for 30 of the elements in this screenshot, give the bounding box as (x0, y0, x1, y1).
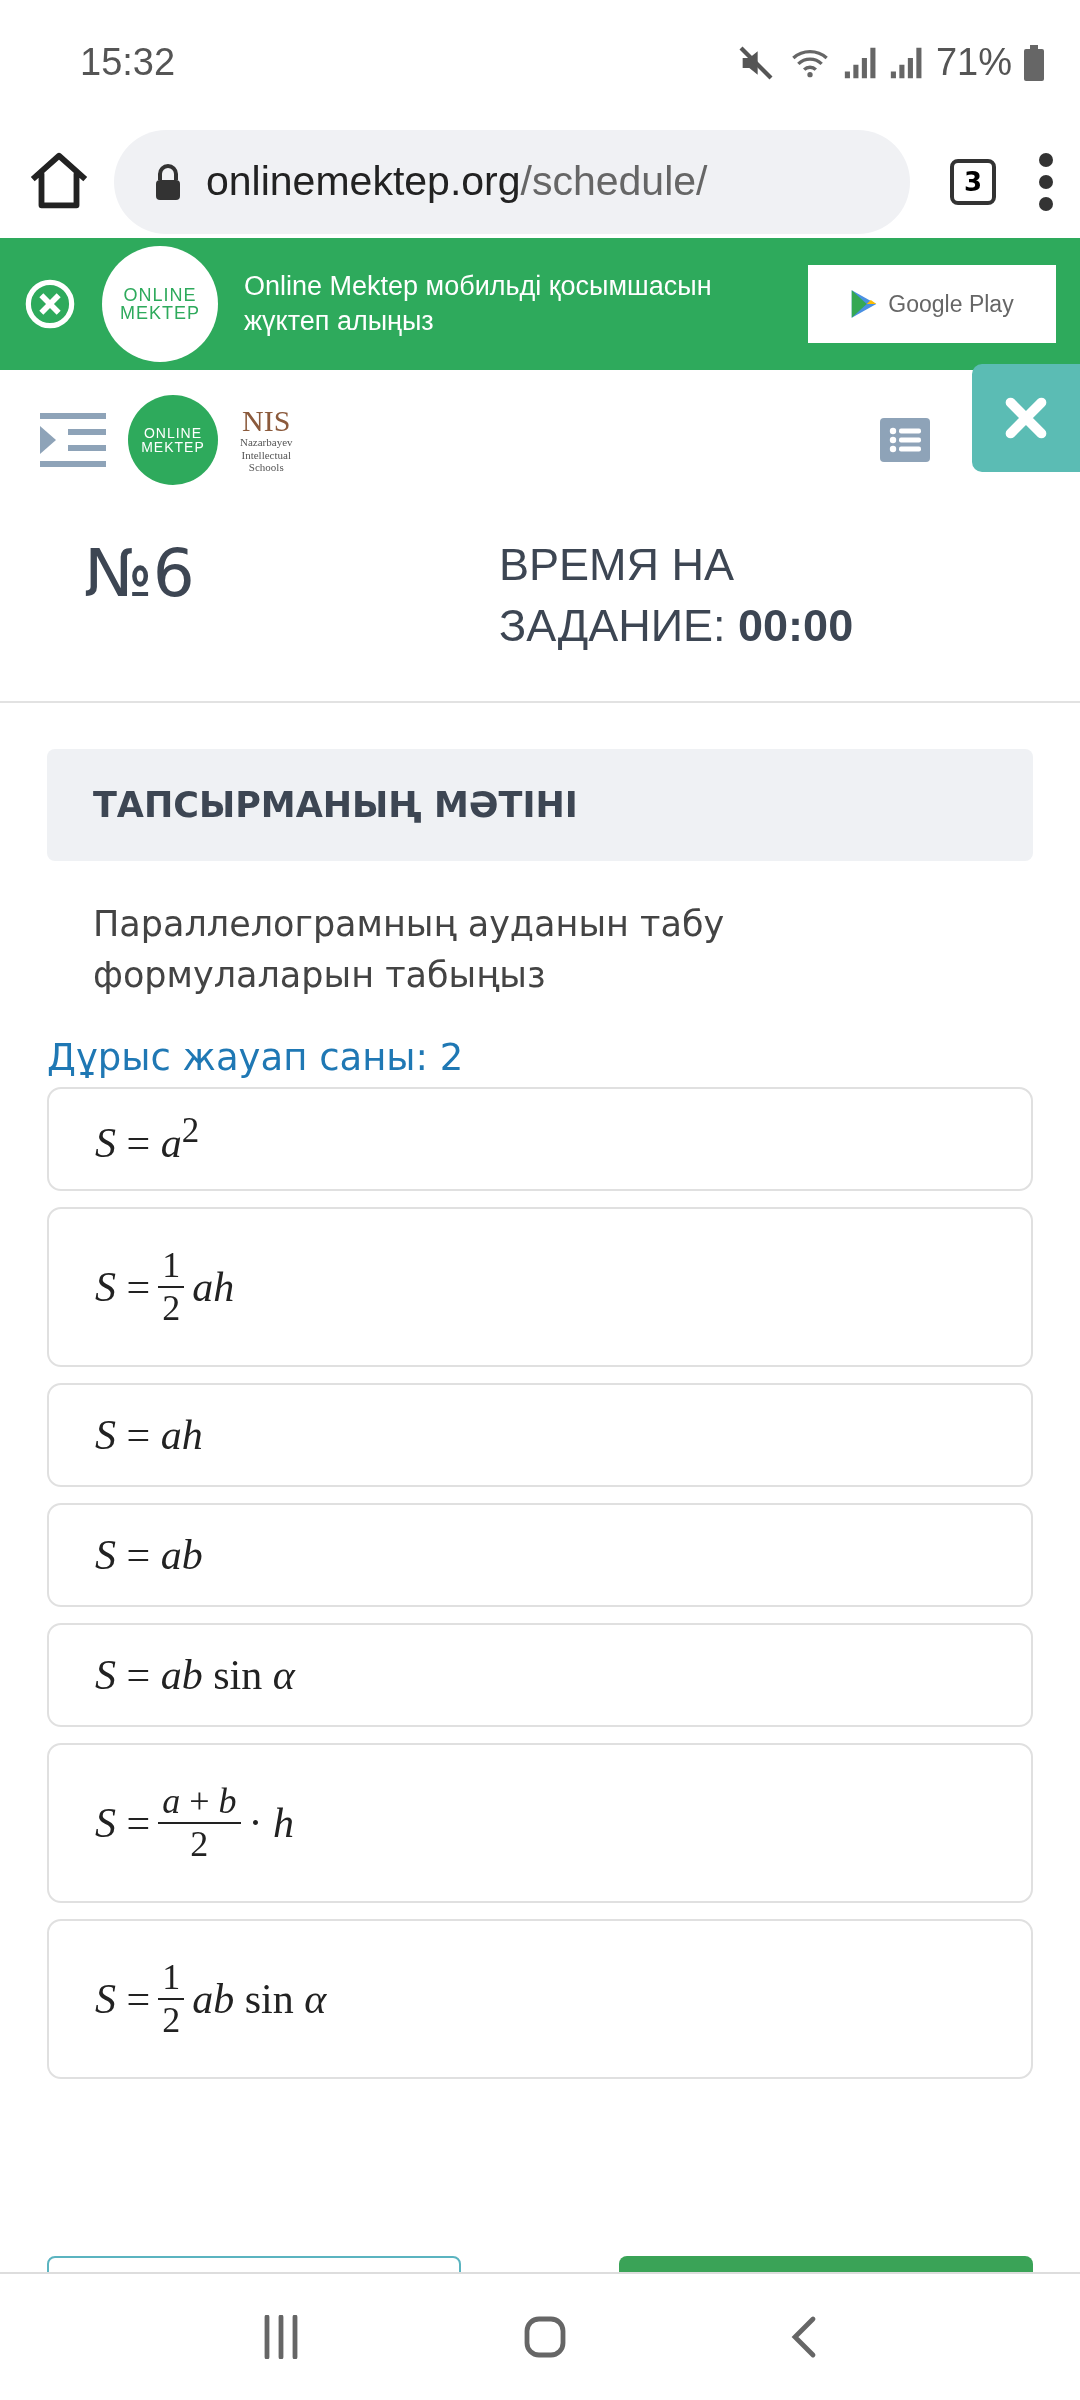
answer-option[interactable]: S = ah (47, 1383, 1033, 1487)
answer-count: Дұрыс жауап саны: 2 (47, 1036, 465, 1079)
app-logo: ONLINE MEKTEP (102, 246, 218, 362)
list-button[interactable] (880, 418, 930, 462)
answer-option[interactable]: S = a$^{2}$ (47, 1087, 1033, 1191)
answer-option[interactable]: S = ab sin α (47, 1623, 1033, 1727)
status-time: 15:32 (80, 41, 176, 84)
address-bar[interactable]: onlinemektep.org/schedule/ (114, 129, 910, 234)
app-logo: ONLINE MEKTEP (128, 395, 218, 485)
close-icon (1004, 396, 1048, 440)
play-icon (850, 289, 879, 319)
tab-count-button[interactable]: 3 (950, 158, 996, 205)
google-play-button[interactable]: Google Play (808, 265, 1056, 343)
close-button[interactable] (972, 364, 1080, 472)
battery-percent: 71% (935, 41, 1012, 84)
battery-icon (1024, 44, 1044, 81)
list-icon (889, 427, 921, 453)
task-timer: ВРЕМЯ НА ЗАДАНИЕ: 00:00 (499, 538, 855, 653)
url-text: onlinemektep.org/schedule/ (206, 158, 708, 205)
question-text: Параллелограмның ауданын табу формулаларын табыңыз (92, 903, 726, 997)
section-title: ТАПСЫРМАНЫҢ МӘТІНІ (47, 749, 1033, 861)
menu-icon[interactable] (40, 412, 106, 468)
banner-message: Online Mektep мобильді қосымшасын жүктеп алыңыз (244, 269, 713, 338)
lock-icon (154, 163, 182, 200)
close-icon[interactable] (24, 278, 76, 330)
task-number: №6 (84, 535, 196, 614)
answer-option[interactable]: S = a + b 2 · h (47, 1743, 1033, 1903)
answer-option[interactable]: S = ab (47, 1503, 1033, 1607)
more-icon[interactable] (1036, 151, 1056, 212)
school-logo: NIS Nazarbayev Intellectual Schools (240, 406, 293, 474)
